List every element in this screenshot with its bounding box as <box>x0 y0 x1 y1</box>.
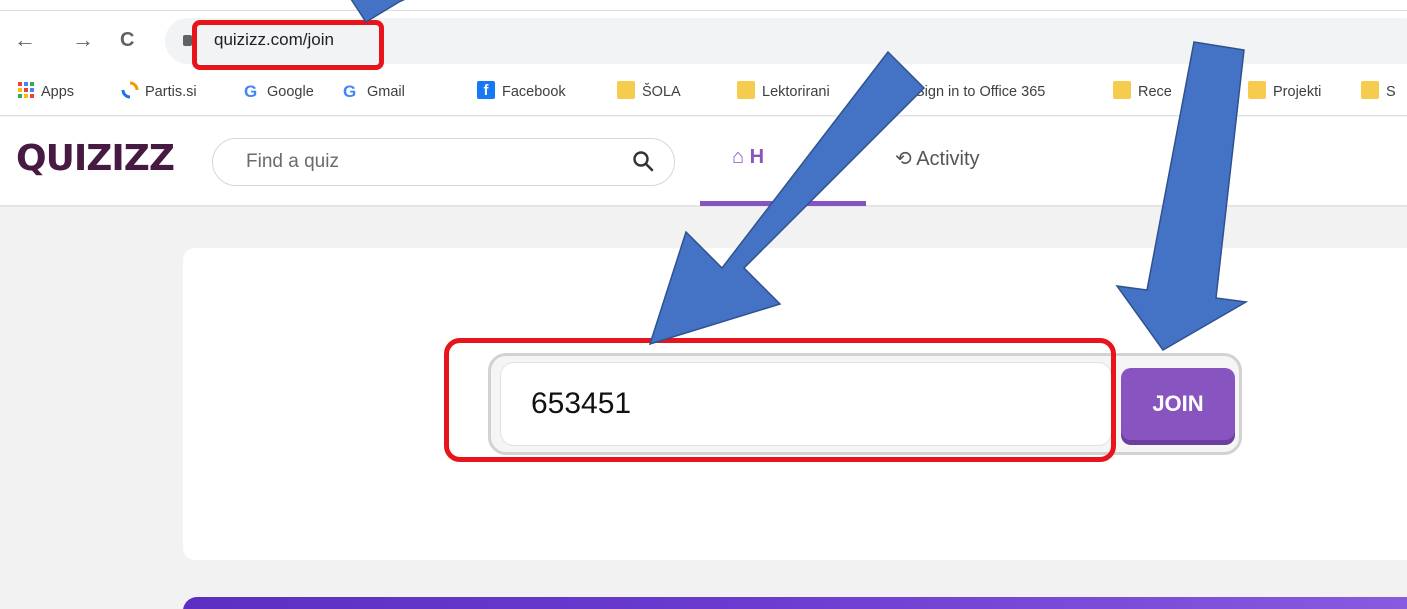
annotation-arrows <box>350 0 1249 351</box>
arrow-to-code-input <box>648 50 926 346</box>
arrow-to-join-button <box>1115 41 1249 351</box>
arrow-to-url <box>350 0 406 24</box>
screenshot-root: ← → C quizizz.com/join Apps Partis.si G … <box>0 0 1407 609</box>
